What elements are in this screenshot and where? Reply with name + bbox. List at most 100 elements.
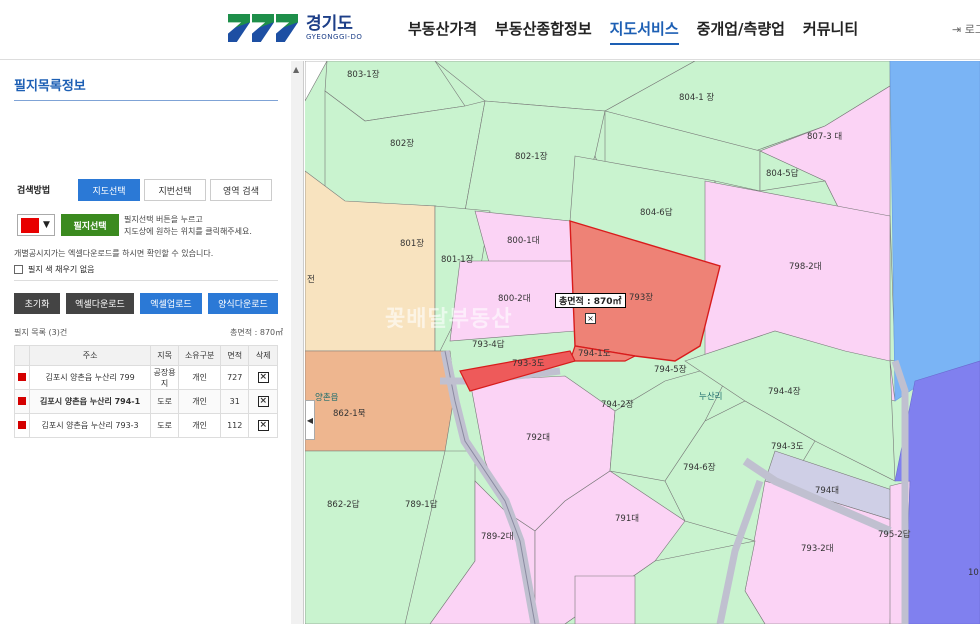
nav-real-estate-info[interactable]: 부동산종합정보 [495, 18, 592, 45]
svg-text:794-2장: 794-2장 [601, 399, 634, 410]
delete-icon[interactable]: × [257, 396, 269, 407]
price-note: 개별공시지가는 엑셀다운로드를 하시면 확인할 수 있습니다. [14, 249, 214, 258]
svg-text:794-6장: 794-6장 [683, 462, 716, 473]
svg-text:789-1답: 789-1답 [405, 499, 438, 510]
tab-lot-select[interactable]: 지번선택 [144, 179, 206, 201]
table-row[interactable]: 김포시 양촌읍 누산리 793-3 도로 개인 112 × [13, 413, 278, 438]
search-method-label: 검색방법 [17, 186, 51, 196]
row-address[interactable]: 김포시 양촌읍 누산리 793-3 [29, 413, 151, 438]
logo-text-en: GYEONGGI-DO [306, 33, 363, 41]
svg-text:794-5장: 794-5장 [654, 364, 687, 375]
excel-download-button[interactable]: 엑셀다운로드 [66, 293, 134, 314]
svg-text:793-4답: 793-4답 [472, 339, 505, 350]
svg-text:807-3 대: 807-3 대 [807, 132, 842, 142]
parcel-select-button[interactable]: 필지선택 [61, 214, 119, 236]
top-header: 경기도 GYEONGGI-DO 부동산가격 부동산종합정보 지도서비스 중개업/… [0, 0, 980, 60]
svg-text:804-1 장: 804-1 장 [679, 92, 714, 103]
svg-text:791대: 791대 [615, 514, 639, 524]
col-header-area: 면적 [219, 345, 250, 366]
login-icon: ⇥ [952, 23, 965, 36]
total-area: 총면적 : 870㎡ [230, 328, 284, 337]
chevron-down-icon: ▼ [43, 220, 50, 230]
parcel-color-marker-icon [18, 420, 27, 429]
parcel-count: 필지 목록 (3)건 [14, 328, 68, 337]
main-nav: 부동산가격 부동산종합정보 지도서비스 중개업/측량업 커뮤니티 [408, 18, 876, 45]
svg-text:794-3도: 794-3도 [771, 442, 804, 452]
chevron-left-icon: ◀ [306, 415, 314, 425]
row-area: 112 [219, 413, 250, 438]
delete-icon[interactable]: × [257, 372, 269, 383]
col-header-address: 주소 [29, 345, 151, 366]
total-area-callout: 총면적 : 870㎡ [555, 293, 626, 308]
row-jimok: 공장용지 [149, 365, 180, 390]
scroll-up-icon[interactable]: ▲ [293, 65, 299, 74]
svg-text:양촌읍: 양촌읍 [315, 392, 339, 403]
parcel-color-marker-icon [18, 396, 27, 405]
map-watermark: 꽃배달부동산 [385, 307, 513, 332]
login-link[interactable]: ⇥ 로그 [952, 21, 980, 37]
svg-text:789-2대: 789-2대 [481, 532, 514, 542]
checkbox-icon[interactable] [14, 265, 23, 274]
delete-icon[interactable]: × [257, 420, 269, 431]
svg-text:10: 10 [968, 568, 979, 578]
gyeonggi-logo[interactable]: 경기도 GYEONGGI-DO [228, 12, 362, 44]
svg-text:794대: 794대 [815, 486, 839, 496]
svg-text:794-1도: 794-1도 [578, 349, 611, 359]
table-row[interactable]: 김포시 양촌읍 누산리 799 공장용지 개인 727 × [13, 365, 278, 390]
logo-text-kr: 경기도 [306, 14, 353, 34]
svg-text:798-2대: 798-2대 [789, 262, 822, 272]
tab-map-select[interactable]: 지도선택 [78, 179, 140, 201]
panel-collapse-handle[interactable]: ◀ [305, 400, 315, 440]
nav-community[interactable]: 커뮤니티 [803, 18, 858, 45]
table-row[interactable]: 김포시 양촌읍 누산리 794-1 도로 개인 31 × [13, 389, 278, 414]
callout-close-icon[interactable]: × [585, 313, 596, 324]
svg-text:862-1묵: 862-1묵 [333, 409, 366, 419]
table-header-row: 주소 지목 소유구분 면적 삭제 [13, 345, 278, 366]
excel-upload-button[interactable]: 엑셀업로드 [140, 293, 202, 314]
nav-broker-survey[interactable]: 중개업/측량업 [697, 18, 785, 45]
svg-text:793장: 793장 [629, 292, 653, 303]
row-address[interactable]: 김포시 양촌읍 누산리 799 [29, 365, 151, 390]
col-header-delete: 삭제 [248, 345, 278, 366]
row-area: 727 [219, 365, 250, 390]
svg-text:801-1장: 801-1장 [441, 254, 474, 265]
no-fill-checkbox[interactable]: 필지 색 채우기 없음 [14, 264, 95, 275]
svg-text:793-3도: 793-3도 [512, 359, 545, 369]
color-swatch [21, 217, 39, 233]
color-picker[interactable]: ▼ [17, 214, 55, 236]
svg-text:802장: 802장 [390, 138, 414, 149]
svg-text:801장: 801장 [400, 238, 424, 249]
svg-text:792대: 792대 [526, 433, 550, 443]
row-jimok: 도로 [149, 389, 180, 414]
svg-text:795-2답: 795-2답 [878, 529, 911, 540]
svg-text:800-1대: 800-1대 [507, 236, 540, 246]
cadastral-map[interactable]: 803-1장 804-1 장 807-3 대 802장 802-1장 804-5… [305, 61, 980, 624]
svg-text:794-4장: 794-4장 [768, 386, 801, 397]
row-owner: 개인 [178, 389, 221, 414]
row-owner: 개인 [178, 413, 221, 438]
parcel-table: 주소 지목 소유구분 면적 삭제 김포시 양촌읍 누산리 799 공장용지 개인… [13, 345, 278, 438]
select-help-text: 필지선택 버튼을 누르고 지도상에 원하는 위치를 클릭해주세요. [124, 215, 252, 236]
panel-scrollbar[interactable]: ▲ [291, 61, 303, 624]
parcel-color-marker-icon [18, 372, 27, 381]
nav-map-service[interactable]: 지도서비스 [609, 18, 679, 45]
svg-text:전: 전 [307, 274, 315, 285]
svg-text:누산리: 누산리 [699, 391, 722, 402]
col-header-jimok: 지목 [149, 345, 180, 366]
panel-title: 필지목록정보 [14, 75, 278, 101]
nav-real-estate-price[interactable]: 부동산가격 [408, 18, 477, 45]
svg-text:803-1장: 803-1장 [347, 69, 380, 80]
row-owner: 개인 [178, 365, 221, 390]
tab-area-search[interactable]: 영역 검색 [210, 179, 272, 201]
form-download-button[interactable]: 양식다운로드 [208, 293, 278, 314]
parcel-list-panel: ▲ 필지목록정보 검색방법 지도선택 지번선택 영역 검색 ▼ 필지선택 필지선… [0, 61, 304, 624]
svg-text:793-2대: 793-2대 [801, 544, 834, 554]
row-area: 31 [219, 389, 250, 414]
col-header-owner: 소유구분 [178, 345, 221, 366]
row-jimok: 도로 [149, 413, 180, 438]
reset-button[interactable]: 초기화 [14, 293, 60, 314]
map-canvas[interactable]: 803-1장 804-1 장 807-3 대 802장 802-1장 804-5… [305, 61, 980, 624]
svg-text:804-5답: 804-5답 [766, 168, 799, 179]
svg-text:804-6답: 804-6답 [640, 207, 673, 218]
row-address[interactable]: 김포시 양촌읍 누산리 794-1 [29, 389, 151, 414]
